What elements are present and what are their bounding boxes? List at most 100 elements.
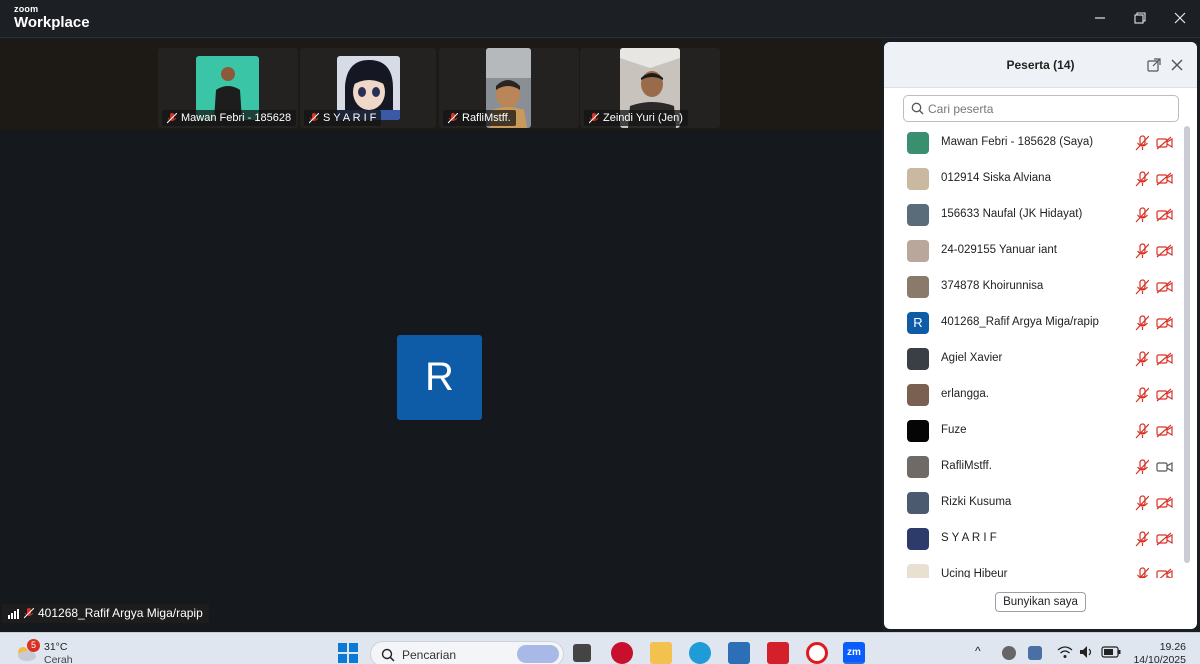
windows-start-icon[interactable] xyxy=(337,642,359,664)
tile-name: Mawan Febri - 185628 xyxy=(181,112,292,124)
camera-off-icon[interactable] xyxy=(1156,136,1173,150)
task-view-icon[interactable] xyxy=(573,644,591,662)
mic-muted-icon[interactable] xyxy=(1135,495,1149,511)
file-explorer-icon[interactable] xyxy=(650,642,672,664)
participant-row[interactable]: Ucing Hibeur xyxy=(884,558,1184,578)
participant-row[interactable]: erlangga. xyxy=(884,378,1184,414)
camera-off-icon[interactable] xyxy=(1156,316,1173,330)
mic-muted-icon[interactable] xyxy=(1135,315,1149,331)
mic-muted-icon[interactable] xyxy=(1135,279,1149,295)
participant-row[interactable]: RafliMstff. xyxy=(884,450,1184,486)
app-icon-red[interactable] xyxy=(611,642,633,664)
mic-muted-icon[interactable] xyxy=(1135,351,1149,367)
battery-icon[interactable] xyxy=(1101,646,1123,664)
zoom-logo: zoom Workplace xyxy=(14,5,90,31)
zoom-window: zoom Workplace Mawan Febri - 185628 S Y … xyxy=(0,0,1200,664)
mic-muted-icon[interactable] xyxy=(1135,387,1149,403)
camera-off-icon[interactable] xyxy=(1156,280,1173,294)
participant-row[interactable]: 374878 Khoirunnisa xyxy=(884,270,1184,306)
participant-row[interactable]: Fuze xyxy=(884,414,1184,450)
wifi-icon[interactable] xyxy=(1057,645,1079,664)
system-clock[interactable]: 19.26 14/10/2025 xyxy=(1130,641,1186,664)
participant-row[interactable]: Mawan Febri - 185628 (Saya) xyxy=(884,126,1184,162)
tile-name-tag: Zeindi Yuri (Jen) xyxy=(584,110,688,126)
restore-button[interactable] xyxy=(1127,6,1153,30)
edge-browser-icon[interactable] xyxy=(689,642,711,664)
minimize-icon xyxy=(1095,17,1105,19)
search-box[interactable] xyxy=(903,95,1179,122)
unmute-me-button[interactable]: Bunyikan saya xyxy=(995,592,1086,612)
tile-name: Zeindi Yuri (Jen) xyxy=(603,112,683,124)
participant-name: Mawan Febri - 185628 (Saya) xyxy=(941,136,1094,148)
participant-name: RafliMstff. xyxy=(941,460,992,472)
clock-time: 19.26 xyxy=(1159,641,1186,653)
windows-taskbar: 5 31°C Cerah Pencarian zm ^ 19.26 14/10/… xyxy=(0,632,1200,664)
store-icon[interactable] xyxy=(728,642,750,664)
participant-name: Agiel Xavier xyxy=(941,352,1003,364)
mic-muted-icon[interactable] xyxy=(1135,423,1149,439)
mic-muted-icon[interactable] xyxy=(1135,459,1149,475)
participant-name: erlangga. xyxy=(941,388,989,400)
panel-header: Peserta (14) xyxy=(884,42,1197,88)
close-icon xyxy=(1174,12,1186,24)
participant-row[interactable]: Agiel Xavier xyxy=(884,342,1184,378)
participant-name: 401268_Rafif Argya Miga/rapip xyxy=(941,316,1099,328)
participant-avatar xyxy=(907,528,929,550)
search-input[interactable] xyxy=(928,100,1168,118)
participant-name: Fuze xyxy=(941,424,967,436)
participant-list: Mawan Febri - 185628 (Saya) 012914 Siska … xyxy=(884,126,1184,578)
video-area: Mawan Febri - 185628 S Y A R I F RafliMs… xyxy=(0,39,882,632)
close-panel-icon[interactable] xyxy=(1169,57,1185,73)
camera-off-icon[interactable] xyxy=(1156,424,1173,438)
mic-muted-icon[interactable] xyxy=(1135,171,1149,187)
camera-off-icon[interactable] xyxy=(1156,352,1173,366)
camera-off-icon[interactable] xyxy=(1156,388,1173,402)
participant-row[interactable]: Rizki Kusuma xyxy=(884,486,1184,522)
video-tile[interactable]: RafliMstff. xyxy=(439,48,579,128)
mic-muted-icon[interactable] xyxy=(1135,531,1149,547)
mic-muted-icon[interactable] xyxy=(1135,135,1149,151)
camera-on-icon[interactable] xyxy=(1156,460,1173,474)
video-tile[interactable]: S Y A R I F xyxy=(300,48,436,128)
camera-off-icon[interactable] xyxy=(1156,496,1173,510)
participant-name: 012914 Siska Alviana xyxy=(941,172,1051,184)
taskbar-search[interactable]: Pencarian xyxy=(370,641,564,664)
mic-muted-icon[interactable] xyxy=(1135,567,1149,578)
show-hidden-icons[interactable]: ^ xyxy=(975,644,981,658)
tile-name-tag: Mawan Febri - 185628 xyxy=(162,110,297,126)
tray-app-icon[interactable] xyxy=(1002,646,1016,660)
mic-muted-icon xyxy=(589,112,599,123)
volume-icon[interactable] xyxy=(1079,645,1101,664)
camera-off-icon[interactable] xyxy=(1156,532,1173,546)
participant-row[interactable]: 012914 Siska Alviana xyxy=(884,162,1184,198)
minimize-button[interactable] xyxy=(1087,6,1113,30)
video-tile[interactable]: Zeindi Yuri (Jen) xyxy=(580,48,720,128)
search-highlight-image xyxy=(517,645,559,663)
close-window-button[interactable] xyxy=(1167,6,1193,30)
participant-avatar xyxy=(907,168,929,190)
pop-out-icon[interactable] xyxy=(1146,57,1162,73)
mic-muted-icon[interactable] xyxy=(1135,207,1149,223)
participant-row[interactable]: S Y A R I F xyxy=(884,522,1184,558)
participant-row[interactable]: 156633 Naufal (JK Hidayat) xyxy=(884,198,1184,234)
participant-name: Rizki Kusuma xyxy=(941,496,1012,508)
active-speaker-avatar: R xyxy=(397,335,482,420)
camera-off-icon[interactable] xyxy=(1156,172,1173,186)
video-tile[interactable]: Mawan Febri - 185628 xyxy=(158,48,298,128)
mic-muted-icon[interactable] xyxy=(1135,243,1149,259)
camera-off-icon[interactable] xyxy=(1156,244,1173,258)
participant-row[interactable]: 24-029155 Yanuar iant xyxy=(884,234,1184,270)
scrollbar-thumb[interactable] xyxy=(1184,126,1190,563)
participant-list-scrollbar[interactable] xyxy=(1183,126,1190,563)
zoom-app-icon[interactable]: zm xyxy=(843,642,865,664)
brand-big-text: Workplace xyxy=(14,14,90,31)
participant-name: 24-029155 Yanuar iant xyxy=(941,244,1057,256)
mic-muted-icon xyxy=(24,608,34,619)
participant-row[interactable]: R 401268_Rafif Argya Miga/rapip xyxy=(884,306,1184,342)
gallery-strip: Mawan Febri - 185628 S Y A R I F RafliMs… xyxy=(0,39,882,130)
wps-office-icon[interactable] xyxy=(767,642,789,664)
camera-off-icon[interactable] xyxy=(1156,208,1173,222)
tray-mic-icon[interactable] xyxy=(1028,646,1042,660)
opera-browser-icon[interactable] xyxy=(806,642,828,664)
camera-off-icon[interactable] xyxy=(1156,568,1173,578)
